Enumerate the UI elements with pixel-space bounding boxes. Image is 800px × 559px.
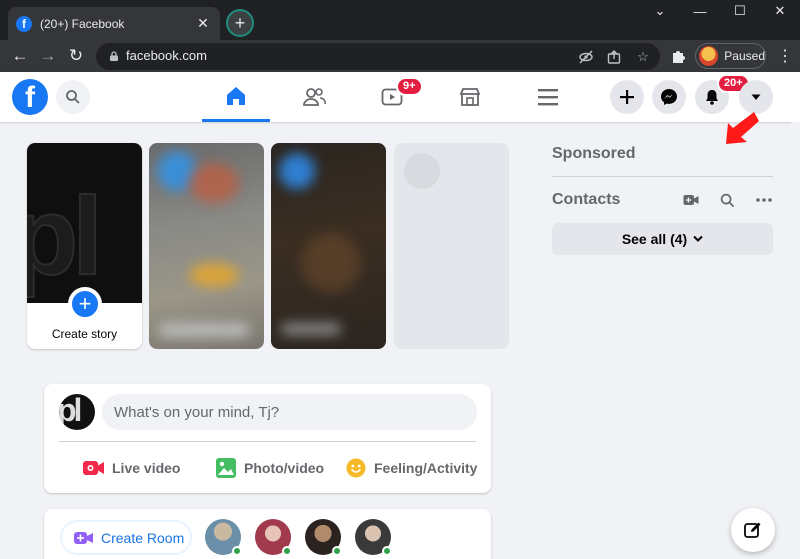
browser-tab-strip: f (20+) Facebook ✕ + ⌄ — ☐ ✕: [0, 0, 800, 40]
red-arrow-annotation-icon: [726, 112, 759, 144]
composer-divider: [59, 441, 476, 442]
photo-video-label: Photo/video: [244, 460, 325, 476]
compose-icon: [744, 522, 761, 538]
contacts-heading: Contacts: [552, 191, 621, 208]
profile-status-label: Paused: [724, 49, 765, 63]
see-all-label: See all (4): [621, 231, 688, 247]
avatar[interactable]: [305, 519, 342, 556]
maximize-icon[interactable]: ☐: [720, 0, 760, 22]
address-bar[interactable]: facebook.com ☆: [96, 43, 660, 70]
facebook-favicon-icon: f: [16, 15, 32, 32]
marketplace-icon: [459, 88, 481, 106]
story-card[interactable]: [271, 143, 386, 349]
feeling-icon: [345, 457, 367, 479]
online-status-icon: [332, 546, 342, 556]
online-status-icon: [382, 546, 392, 556]
story-card-placeholder: [394, 143, 509, 349]
avatar[interactable]: [205, 519, 242, 556]
tab-home[interactable]: [202, 72, 270, 122]
star-icon[interactable]: ☆: [633, 47, 653, 67]
live-video-icon: [83, 457, 105, 479]
create-story-card[interactable]: pl + Create story: [27, 143, 142, 349]
create-story-label: Create story: [51, 327, 118, 341]
new-tab-button[interactable]: +: [228, 11, 252, 35]
puzzle-icon[interactable]: [668, 46, 688, 66]
avatar[interactable]: pl: [59, 394, 95, 430]
sponsored-heading: Sponsored: [552, 145, 636, 162]
rail-divider: [552, 176, 773, 177]
facebook-header: f 9+ 20+: [0, 72, 800, 122]
browser-toolbar: ← → ↻ facebook.com ☆ Paused ⋮: [0, 40, 800, 72]
lock-icon: [110, 51, 118, 61]
tab-watch[interactable]: 9+: [358, 72, 426, 122]
hamburger-icon: [538, 89, 558, 106]
new-message-button[interactable]: [731, 508, 775, 552]
kebab-menu-icon[interactable]: ⋮: [775, 46, 795, 66]
create-room-button[interactable]: Create Room: [60, 520, 192, 555]
video-camera-icon: [74, 531, 93, 544]
create-room-label: Create Room: [101, 529, 185, 546]
tab-menu[interactable]: [514, 72, 582, 122]
search-contacts-icon[interactable]: [717, 190, 737, 210]
facebook-logo-letter: f: [25, 81, 35, 114]
search-button[interactable]: [56, 80, 90, 114]
online-status-icon: [282, 546, 292, 556]
photo-icon: [215, 457, 237, 479]
story-card[interactable]: [149, 143, 264, 349]
close-window-icon[interactable]: ✕: [760, 0, 800, 22]
plus-icon: +: [234, 12, 246, 33]
photo-video-button[interactable]: Photo/video: [215, 454, 324, 482]
new-room-video-icon[interactable]: [681, 190, 701, 210]
feeling-activity-button[interactable]: Feeling/Activity: [345, 454, 477, 482]
avatar[interactable]: [355, 519, 392, 556]
create-button[interactable]: [610, 80, 644, 114]
live-video-button[interactable]: Live video: [83, 454, 180, 482]
close-icon[interactable]: ✕: [194, 15, 212, 32]
live-video-label: Live video: [112, 460, 181, 476]
online-status-icon: [232, 546, 242, 556]
friends-icon: [303, 88, 326, 106]
tab-friends[interactable]: [280, 72, 348, 122]
plus-icon: +: [68, 287, 102, 321]
profile-avatar: [699, 46, 719, 66]
back-icon[interactable]: ←: [8, 44, 32, 68]
home-icon: [227, 86, 245, 105]
forward-icon[interactable]: →: [36, 44, 60, 68]
story-avatar: [279, 153, 315, 189]
profile-button[interactable]: Paused: [695, 43, 766, 69]
chevron-down-icon[interactable]: ⌄: [640, 0, 680, 22]
see-all-contacts-button[interactable]: See all (4): [552, 223, 773, 255]
facebook-logo[interactable]: f: [12, 79, 48, 115]
refresh-icon[interactable]: ↻: [64, 44, 88, 68]
bell-icon: [706, 90, 718, 105]
notifications-button[interactable]: 20+: [695, 74, 750, 114]
tab-marketplace[interactable]: [436, 72, 504, 122]
post-composer: pl What's on your mind, Tj? Live video P…: [44, 384, 491, 493]
browser-tab[interactable]: f (20+) Facebook ✕: [8, 7, 220, 40]
chevron-down-icon: [693, 235, 703, 242]
story-profile-image: pl: [27, 143, 142, 303]
tab-title: (20+) Facebook: [40, 16, 125, 31]
messenger-button[interactable]: [652, 80, 686, 114]
avatar[interactable]: [255, 519, 292, 556]
share-icon[interactable]: [604, 47, 624, 67]
post-input[interactable]: What's on your mind, Tj?: [102, 394, 477, 430]
account-menu-button[interactable]: [739, 80, 773, 114]
more-options-icon[interactable]: [754, 190, 774, 210]
search-icon: [66, 90, 80, 104]
caret-down-icon: [751, 94, 761, 100]
scrollbar[interactable]: [791, 122, 800, 559]
messenger-icon: [661, 89, 677, 105]
watch-badge: 9+: [396, 77, 423, 96]
url-text: facebook.com: [126, 48, 207, 63]
minimize-icon[interactable]: —: [680, 0, 720, 22]
feeling-activity-label: Feeling/Activity: [374, 460, 478, 476]
eye-off-icon[interactable]: [576, 47, 596, 67]
rooms-bar: Create Room: [44, 509, 491, 559]
story-avatar-placeholder: [404, 153, 440, 189]
plus-icon: [620, 90, 634, 104]
